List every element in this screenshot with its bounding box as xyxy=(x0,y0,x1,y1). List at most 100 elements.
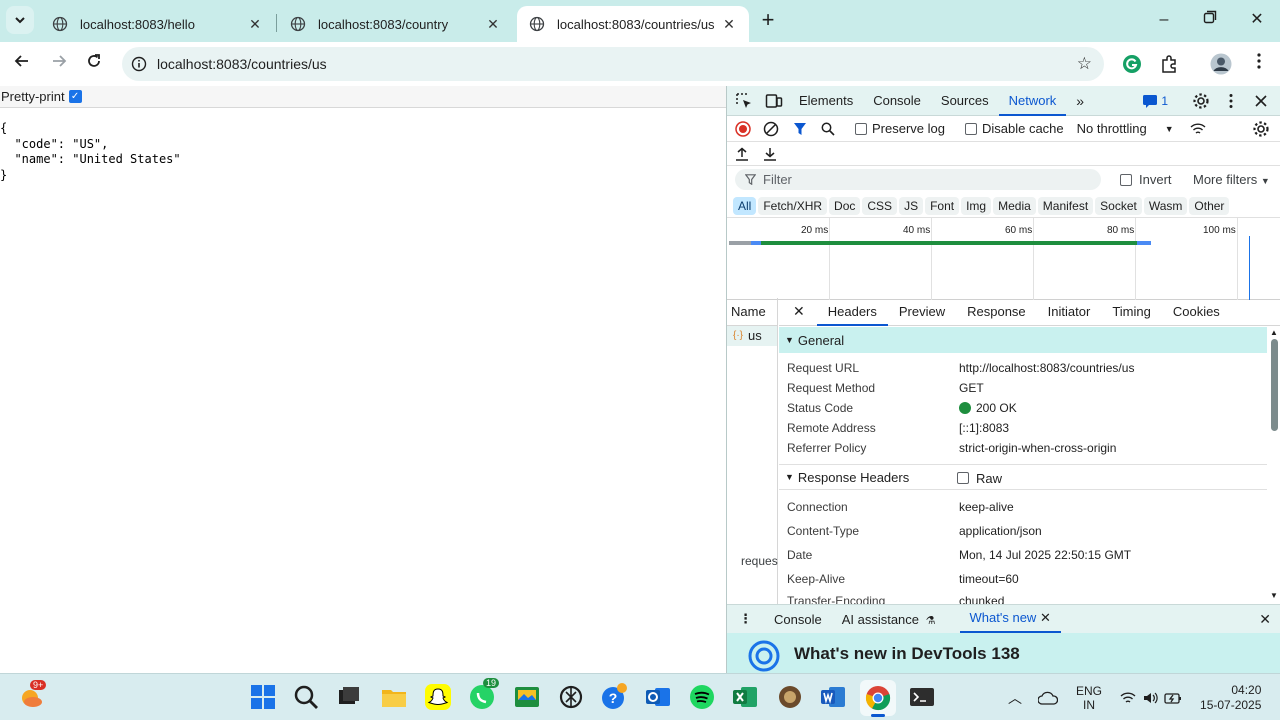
chrome-app-active[interactable] xyxy=(860,680,896,717)
type-filter-other[interactable]: Other xyxy=(1189,196,1230,215)
type-filter-font[interactable]: Font xyxy=(925,196,960,215)
drawer-tab-whats-new[interactable]: What's new ✕ xyxy=(959,605,1061,633)
bookmark-star-icon[interactable]: ☆ xyxy=(1077,55,1092,72)
game-app-icon[interactable] xyxy=(775,682,805,712)
forward-button[interactable] xyxy=(47,52,71,76)
close-devtools-icon[interactable] xyxy=(1252,92,1270,110)
filter-input[interactable]: Filter xyxy=(735,169,1101,190)
invert-checkbox[interactable] xyxy=(1120,174,1132,186)
drawer-tab-ai-assistance[interactable]: AI assistance ⚗ xyxy=(832,612,946,627)
back-button[interactable] xyxy=(10,52,34,76)
info-icon[interactable] xyxy=(131,56,147,72)
tab-preview[interactable]: Preview xyxy=(888,298,956,326)
grammarly-extension-icon[interactable] xyxy=(1122,54,1142,74)
device-toolbar-icon[interactable] xyxy=(765,92,783,110)
request-row[interactable]: {·} us xyxy=(727,326,777,346)
browser-menu-button[interactable] xyxy=(1247,52,1271,76)
file-explorer-icon[interactable] xyxy=(379,682,409,712)
gallery-app-icon[interactable] xyxy=(512,682,542,712)
clock[interactable]: 04:20 15-07-2025 xyxy=(1200,683,1261,713)
type-filter-js[interactable]: JS xyxy=(899,196,924,215)
close-drawer-icon[interactable]: ✕ xyxy=(1259,611,1271,628)
tab-headers[interactable]: Headers xyxy=(816,298,888,326)
more-vert-icon[interactable] xyxy=(1222,92,1240,110)
address-bar[interactable]: localhost:8083/countries/us ☆ xyxy=(122,47,1104,81)
more-panels-icon[interactable]: » xyxy=(1066,86,1094,116)
filter-funnel-icon[interactable] xyxy=(793,122,807,136)
more-filters-dropdown[interactable]: More filters ▼ xyxy=(1193,172,1270,187)
type-filter-media[interactable]: Media xyxy=(993,196,1036,215)
close-icon[interactable]: ✕ xyxy=(485,16,501,33)
onedrive-cloud-icon[interactable] xyxy=(1038,691,1058,705)
spotify-icon[interactable] xyxy=(687,682,717,712)
issues-icon[interactable] xyxy=(1142,94,1158,108)
export-har-icon[interactable] xyxy=(763,147,777,161)
record-stop-icon[interactable] xyxy=(735,120,751,137)
type-filter-wasm[interactable]: Wasm xyxy=(1143,196,1188,215)
tab-search-button[interactable] xyxy=(6,6,34,34)
chatgpt-icon[interactable] xyxy=(556,682,586,712)
task-view-icon[interactable] xyxy=(334,682,364,712)
clear-icon[interactable] xyxy=(763,121,779,137)
reload-button[interactable] xyxy=(82,52,106,76)
tab-console[interactable]: Console xyxy=(863,86,931,116)
settings-gear-icon[interactable] xyxy=(1192,92,1210,110)
chevron-down-icon[interactable]: ▼ xyxy=(1165,124,1174,134)
scrollbar-thumb[interactable] xyxy=(1270,339,1278,431)
help-app-icon[interactable]: ? xyxy=(599,682,629,712)
response-headers-section-header[interactable]: ▼ Response Headers Raw xyxy=(779,464,1267,490)
close-icon[interactable]: ✕ xyxy=(247,16,263,33)
extensions-puzzle-icon[interactable] xyxy=(1159,54,1179,74)
show-hidden-icons-chevron-icon[interactable]: ︿ xyxy=(1008,688,1022,708)
snapchat-icon[interactable] xyxy=(423,682,453,712)
drawer-menu-icon[interactable]: ⋮ xyxy=(727,611,764,627)
excel-icon[interactable] xyxy=(730,682,760,712)
wifi-icon[interactable] xyxy=(1120,691,1136,705)
pretty-print-checkbox[interactable]: ✓ xyxy=(68,90,82,103)
minimize-button[interactable]: – xyxy=(1153,9,1175,31)
whatsapp-app[interactable]: 19 xyxy=(467,678,500,712)
tab-initiator[interactable]: Initiator xyxy=(1037,298,1102,326)
terminal-icon[interactable] xyxy=(907,682,937,712)
scroll-down-icon[interactable]: ▼ xyxy=(1269,591,1279,600)
type-filter-manifest[interactable]: Manifest xyxy=(1037,196,1094,215)
network-conditions-icon[interactable] xyxy=(1190,122,1206,136)
close-icon[interactable]: ✕ xyxy=(1040,610,1051,625)
volume-icon[interactable] xyxy=(1142,691,1158,705)
profile-avatar-icon[interactable] xyxy=(1210,53,1232,75)
search-icon[interactable] xyxy=(821,122,835,136)
scroll-up-icon[interactable]: ▲ xyxy=(1269,328,1279,337)
type-filter-all[interactable]: All xyxy=(733,196,757,215)
battery-charging-icon[interactable] xyxy=(1164,691,1182,705)
name-column-header[interactable]: Name xyxy=(727,298,777,326)
type-filter-css[interactable]: CSS xyxy=(862,196,898,215)
windows-start-icon[interactable] xyxy=(248,682,278,712)
tab-elements[interactable]: Elements xyxy=(789,86,863,116)
tab-countries-us[interactable]: localhost:8083/countries/us ✕ xyxy=(517,6,749,42)
word-icon[interactable] xyxy=(818,682,848,712)
maximize-button[interactable] xyxy=(1199,9,1221,31)
drawer-tab-console[interactable]: Console xyxy=(764,612,832,627)
tab-timing[interactable]: Timing xyxy=(1101,298,1162,326)
general-section-header[interactable]: ▼ General xyxy=(779,327,1267,353)
type-filter-doc[interactable]: Doc xyxy=(829,196,861,215)
close-icon[interactable]: ✕ xyxy=(721,16,737,33)
tab-sources[interactable]: Sources xyxy=(931,86,999,116)
throttling-select[interactable]: No throttling xyxy=(1077,121,1147,136)
tab-response[interactable]: Response xyxy=(956,298,1037,326)
close-detail-icon[interactable]: ✕ xyxy=(779,303,817,320)
search-icon[interactable] xyxy=(291,682,321,712)
disable-cache-checkbox[interactable] xyxy=(964,122,977,135)
tab-country[interactable]: localhost:8083/country ✕ xyxy=(278,6,513,42)
issues-count[interactable]: 1 xyxy=(1161,94,1168,108)
import-har-icon[interactable] xyxy=(735,147,749,161)
details-scrollbar[interactable]: ▲ ▼ xyxy=(1269,328,1279,600)
tab-hello[interactable]: localhost:8083/hello ✕ xyxy=(40,6,275,42)
outlook-icon[interactable] xyxy=(643,682,673,712)
network-timeline-overview[interactable]: 20 ms 40 ms 60 ms 80 ms 100 ms xyxy=(727,218,1280,300)
input-language[interactable]: ENG IN xyxy=(1076,684,1102,712)
preserve-log-checkbox[interactable] xyxy=(855,122,867,135)
close-window-button[interactable]: ✕ xyxy=(1246,9,1268,31)
type-filter-img[interactable]: Img xyxy=(961,196,992,215)
type-filter-socket[interactable]: Socket xyxy=(1095,196,1142,215)
